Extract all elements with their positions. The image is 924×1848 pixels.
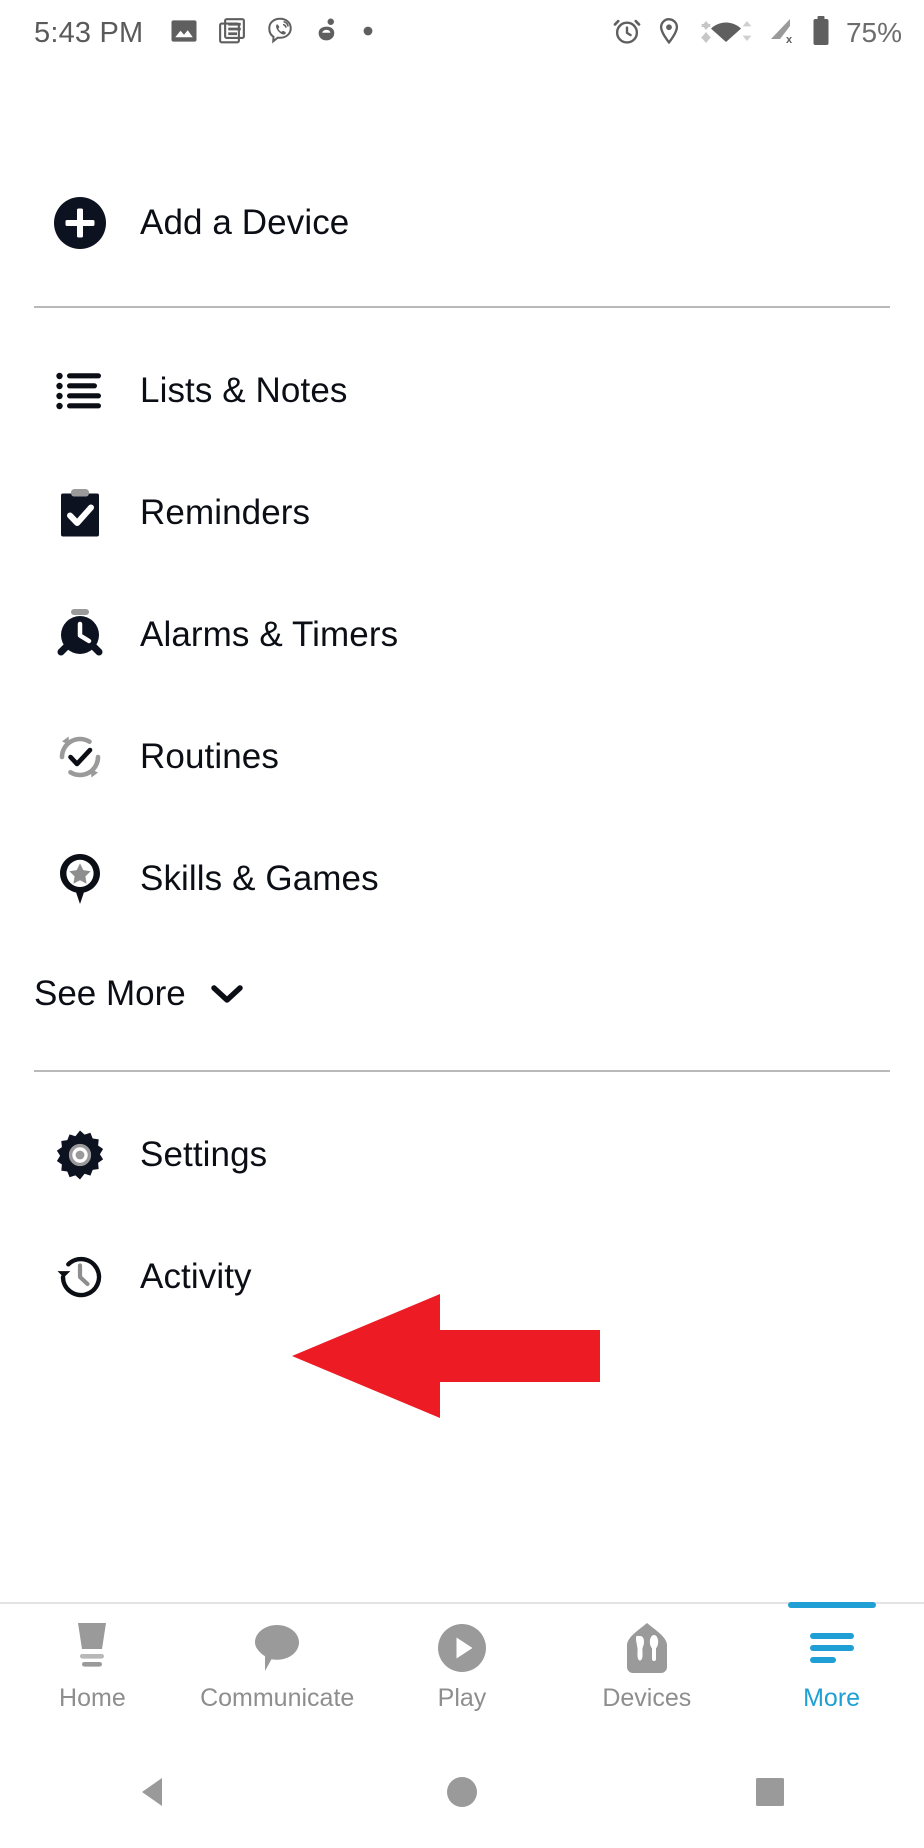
tab-devices[interactable]: Devices <box>554 1604 739 1740</box>
devices-house-icon <box>622 1618 672 1678</box>
menu-item-activity[interactable]: Activity <box>0 1216 924 1338</box>
menu-item-alarms-and-timers[interactable]: Alarms & Timers <box>0 574 924 696</box>
nav-home-circle-icon <box>442 1772 482 1817</box>
status-bar: 5:43 PM x 75% <box>0 0 924 66</box>
gear-icon <box>52 1127 108 1183</box>
top-spacer <box>0 66 924 162</box>
menu-item-label: Lists & Notes <box>140 371 348 410</box>
speech-bubble-icon <box>250 1618 304 1678</box>
tab-more[interactable]: More <box>739 1602 924 1740</box>
nav-back-button[interactable] <box>94 1740 214 1848</box>
history-clock-icon <box>52 1249 108 1305</box>
see-more-button[interactable]: See More <box>0 940 924 1048</box>
tab-label: Communicate <box>200 1684 355 1712</box>
alarm-clock-icon <box>52 607 108 663</box>
hamburger-lines-icon <box>804 1618 860 1678</box>
menu-item-settings[interactable]: Settings <box>0 1094 924 1216</box>
echo-device-icon <box>64 1618 120 1678</box>
tab-communicate[interactable]: Communicate <box>185 1604 370 1740</box>
menu-item-lists-and-notes[interactable]: Lists & Notes <box>0 330 924 452</box>
battery-percentage: 75% <box>845 17 902 48</box>
tab-label: Play <box>437 1684 487 1712</box>
menu-item-reminders[interactable]: Reminders <box>0 452 924 574</box>
status-bar-clock: 5:43 PM <box>34 16 144 49</box>
battery-icon <box>811 15 831 52</box>
menu-item-skills-and-games[interactable]: Skills & Games <box>0 818 924 940</box>
tab-label: Home <box>59 1684 126 1712</box>
menu-item-label: Routines <box>140 737 279 776</box>
menu-item-label: Alarms & Timers <box>140 615 399 654</box>
photo-icon <box>169 16 199 51</box>
news-reader-icon <box>217 16 247 51</box>
status-bar-notification-icons <box>169 16 375 51</box>
menu-item-label: Activity <box>140 1257 252 1296</box>
svg-text:x: x <box>786 34 793 46</box>
viber-call-icon <box>265 16 295 51</box>
tab-label: More <box>803 1684 861 1712</box>
tab-label: Devices <box>602 1684 692 1712</box>
nav-back-triangle-icon <box>134 1772 174 1817</box>
plus-circle-icon <box>52 195 108 251</box>
active-tab-indicator <box>787 1602 876 1608</box>
refresh-check-icon <box>52 729 108 785</box>
evernote-icon <box>313 16 343 51</box>
status-bar-system-icons: x 75% <box>611 15 902 52</box>
cellular-signal-off-icon: x <box>768 16 800 51</box>
tab-home[interactable]: Home <box>0 1604 185 1740</box>
bottom-tab-bar: Home Communicate Play Devices More <box>0 1602 924 1740</box>
android-navigation-bar <box>0 1740 924 1848</box>
chevron-down-icon <box>210 983 244 1005</box>
star-pin-icon <box>52 851 108 907</box>
see-more-label: See More <box>34 974 186 1013</box>
alarm-clock-icon <box>611 15 643 52</box>
menu-item-label: Add a Device <box>140 203 350 242</box>
tab-play[interactable]: Play <box>370 1604 555 1740</box>
clipboard-check-icon <box>52 485 108 541</box>
menu-item-add-a-device[interactable]: Add a Device <box>0 162 924 284</box>
wifi-icon <box>695 16 757 51</box>
play-circle-icon <box>435 1618 489 1678</box>
menu-item-routines[interactable]: Routines <box>0 696 924 818</box>
menu-item-label: Skills & Games <box>140 859 379 898</box>
location-pin-icon <box>654 16 684 51</box>
menu-item-label: Reminders <box>140 493 311 532</box>
nav-recents-button[interactable] <box>710 1740 830 1848</box>
nav-home-button[interactable] <box>402 1740 522 1848</box>
bulleted-list-icon <box>52 363 108 419</box>
nav-recents-square-icon <box>750 1772 790 1817</box>
menu-item-label: Settings <box>140 1135 268 1174</box>
dot-indicator-icon <box>361 24 375 43</box>
more-menu-list: Add a Device Lists & Notes Reminders Ala… <box>0 66 924 1338</box>
